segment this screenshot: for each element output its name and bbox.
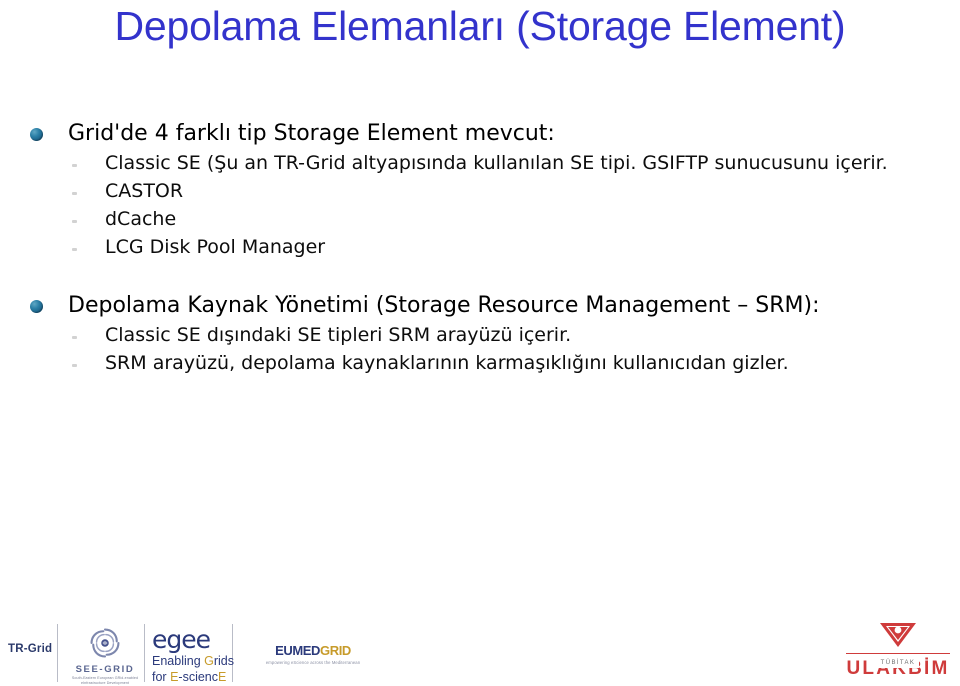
- bullet-level2-text: Classic SE (Şu an TR-Grid altyapısında k…: [105, 152, 888, 174]
- bullet-level2-text: Classic SE dışındaki SE tipleri SRM aray…: [105, 324, 572, 346]
- sub-bullet-dash-icon: [72, 248, 77, 251]
- egee-tagline-1b: G: [204, 654, 214, 668]
- bullet-level2-text: CASTOR: [105, 180, 184, 202]
- egee-tagline-1a: Enabling: [152, 654, 205, 668]
- egee-tagline-2a: for: [152, 670, 171, 684]
- bullet-sphere-icon: [30, 128, 43, 141]
- sub-bullet-dash-icon: [72, 364, 77, 367]
- bullet-level2: Classic SE dışındaki SE tipleri SRM aray…: [0, 321, 960, 349]
- tubitak-emblem-icon: [880, 623, 916, 647]
- bullet-level2-text: dCache: [105, 208, 177, 230]
- bullet-level2-text: LCG Disk Pool Manager: [105, 236, 326, 258]
- bullet-level2: SRM arayüzü, depolama kaynaklarının karm…: [0, 349, 960, 377]
- sub-bullet-dash-icon: [72, 220, 77, 223]
- bullet-group-1: Grid'de 4 farklı tip Storage Element mev…: [0, 118, 960, 261]
- bullet-level1-text: Depolama Kaynak Yönetimi (Storage Resour…: [68, 293, 820, 318]
- egee-tagline-line1: Enabling Grids: [152, 654, 248, 668]
- bullet-level2: dCache: [0, 205, 960, 233]
- egee-logo: egee Enabling Grids for E-sciencE: [152, 625, 248, 684]
- slide-body: Grid'de 4 farklı tip Storage Element mev…: [0, 118, 960, 377]
- bullet-level2: LCG Disk Pool Manager: [0, 233, 960, 261]
- footer-divider: [57, 624, 58, 682]
- ulakbim-logo: TÜBİTAK ULAKBİM: [846, 622, 950, 679]
- eumedgrid-tagline: empowering eScience across the Mediterra…: [265, 660, 361, 665]
- sub-bullet-dash-icon: [72, 192, 77, 195]
- eumedgrid-word-grid: GRID: [320, 643, 351, 658]
- footer-trgrid-label: TR-Grid: [8, 643, 53, 655]
- bullet-level2: CASTOR: [0, 177, 960, 205]
- egee-tagline-2d: E: [218, 670, 227, 684]
- bullet-level1-text: Grid'de 4 farklı tip Storage Element mev…: [68, 121, 555, 146]
- tubitak-label-row: TÜBİTAK: [846, 649, 950, 668]
- seegrid-swirl-icon: [90, 628, 120, 658]
- sub-bullet-dash-icon: [72, 164, 77, 167]
- bullet-sphere-icon: [30, 300, 43, 313]
- bullet-group-2: Depolama Kaynak Yönetimi (Storage Resour…: [0, 290, 960, 377]
- bullet-level1: Grid'de 4 farklı tip Storage Element mev…: [0, 118, 960, 149]
- tubitak-rule: [846, 653, 950, 654]
- bullet-level2: Classic SE (Şu an TR-Grid altyapısında k…: [0, 149, 960, 177]
- bullet-level1: Depolama Kaynak Yönetimi (Storage Resour…: [0, 290, 960, 321]
- seegrid-tagline-line1: South-Eastern European GRid-enabled: [71, 676, 139, 680]
- tubitak-label: TÜBİTAK: [876, 659, 920, 668]
- slide-footer: TR-Grid SEE-GRID South-Eastern European …: [0, 614, 960, 686]
- eumedgrid-wordmark: EUMEDGRID: [243, 644, 383, 658]
- bullet-level2-text: SRM arayüzü, depolama kaynaklarının karm…: [105, 352, 789, 374]
- eumedgrid-logo: EUMEDGRID empowering eScience across the…: [243, 644, 383, 666]
- egee-wordmark: egee: [152, 625, 211, 654]
- egee-tagline-1c: rids: [213, 654, 235, 668]
- egee-tagline-2c: -scienc: [178, 670, 218, 684]
- egee-tagline-line2: for E-sciencE: [152, 670, 248, 684]
- seegrid-logo: SEE-GRID South-Eastern European GRid-ena…: [70, 622, 140, 686]
- sub-bullet-dash-icon: [72, 336, 77, 339]
- seegrid-wordmark: SEE-GRID: [75, 664, 135, 675]
- footer-divider: [144, 624, 145, 682]
- eumedgrid-word-eumed: EUMED: [275, 643, 321, 658]
- seegrid-tagline-line2: eInfrastructure Development: [80, 681, 130, 686]
- page-title: Depolama Elemanları (Storage Element): [114, 3, 846, 49]
